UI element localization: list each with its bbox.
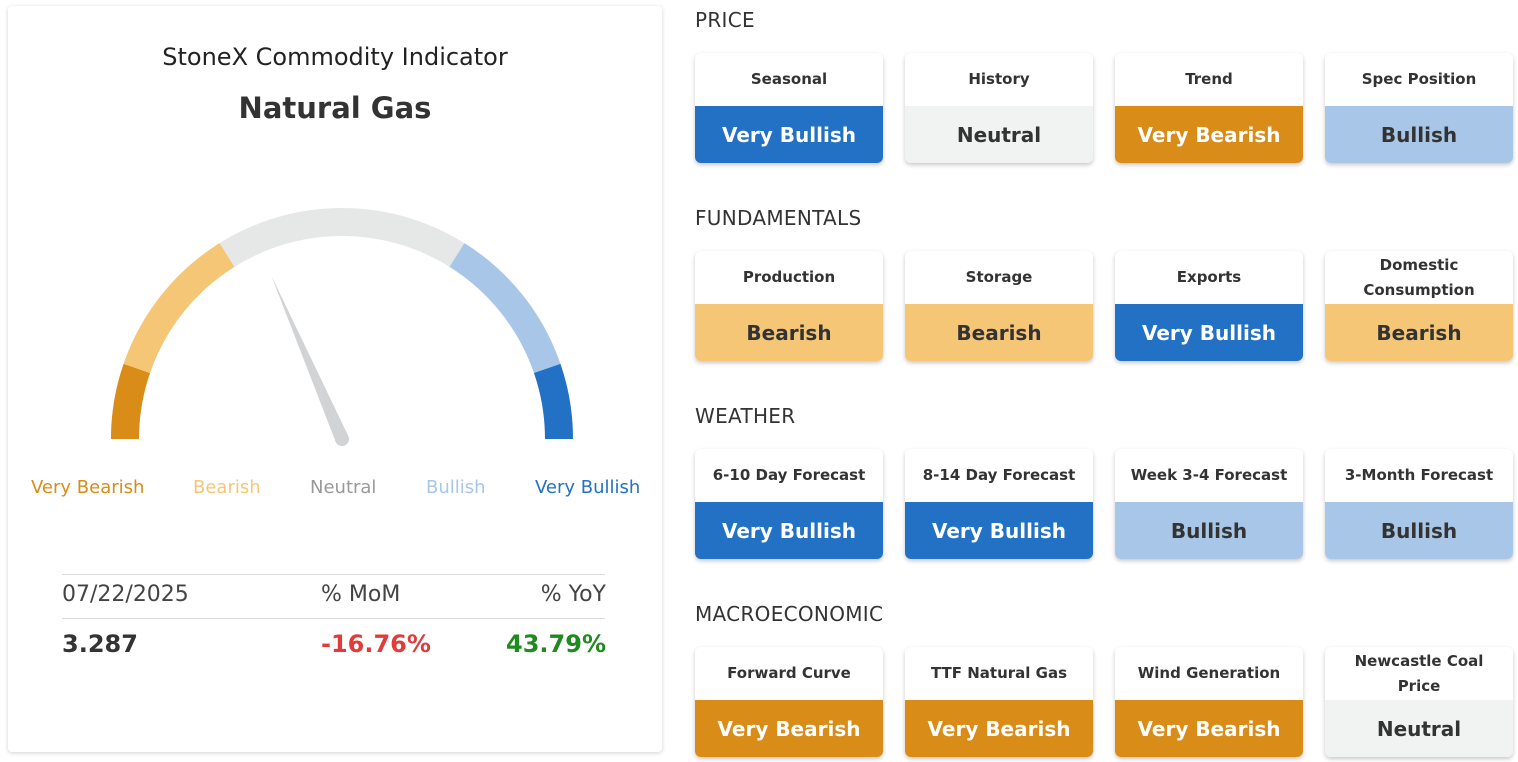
tile-label: Newcastle Coal Price xyxy=(1354,651,1484,695)
tile-spec-position[interactable]: Spec Position Bullish xyxy=(1325,53,1513,163)
tile-8-14-day-forecast[interactable]: 8-14 Day Forecast Very Bullish xyxy=(905,449,1093,559)
section-title-weather: WEATHER xyxy=(695,404,796,428)
tile-label: Domestic Consumption xyxy=(1363,255,1475,299)
tile-label: Exports xyxy=(1176,268,1242,286)
tile-label: Production xyxy=(742,268,836,286)
scale-label-bullish: Bullish xyxy=(426,477,486,498)
tile-rating: Bearish xyxy=(1325,304,1513,361)
tile-label: 6-10 Day Forecast xyxy=(712,466,866,484)
tile-rating: Very Bearish xyxy=(695,700,883,757)
tile-label: Seasonal xyxy=(750,70,828,88)
tile-label: 3-Month Forecast xyxy=(1344,466,1494,484)
stats-price: 3.287 xyxy=(62,630,138,658)
tile-storage[interactable]: Storage Bearish xyxy=(905,251,1093,361)
tile-label: History xyxy=(968,70,1030,88)
tile-label: Forward Curve xyxy=(727,664,851,682)
gauge-segment-bullish xyxy=(449,243,561,374)
indicator-card: StoneX Commodity Indicator Natural Gas V… xyxy=(8,6,662,752)
gauge-needle-hub xyxy=(335,432,349,446)
tile-label: Trend xyxy=(1185,70,1233,88)
stats-date: 07/22/2025 xyxy=(62,582,189,607)
tile-rating: Neutral xyxy=(905,106,1093,163)
tile-label: 8-14 Day Forecast xyxy=(922,466,1076,484)
tile-history[interactable]: History Neutral xyxy=(905,53,1093,163)
tile-label: Wind Generation xyxy=(1137,664,1281,682)
tile-rating: Bearish xyxy=(695,304,883,361)
tile-exports[interactable]: Exports Very Bullish xyxy=(1115,251,1303,361)
tile-ttf-natural-gas[interactable]: TTF Natural Gas Very Bearish xyxy=(905,647,1093,757)
tile-newcastle-coal-price[interactable]: Newcastle Coal Price Neutral xyxy=(1325,647,1513,757)
tile-label: Storage xyxy=(965,268,1033,286)
tile-rating: Very Bullish xyxy=(1115,304,1303,361)
tile-rating: Bullish xyxy=(1325,502,1513,559)
tile-trend[interactable]: Trend Very Bearish xyxy=(1115,53,1303,163)
tile-rating: Bullish xyxy=(1115,502,1303,559)
stats-mom-value: -16.76% xyxy=(321,630,431,658)
section-title-fundamentals: FUNDAMENTALS xyxy=(695,206,862,230)
stats-yoy-header: % YoY xyxy=(540,582,606,607)
tile-rating: Bullish xyxy=(1325,106,1513,163)
tile-production[interactable]: Production Bearish xyxy=(695,251,883,361)
section-title-price: PRICE xyxy=(695,8,755,32)
indicator-title: StoneX Commodity Indicator xyxy=(162,43,508,71)
tile-forward-curve[interactable]: Forward Curve Very Bearish xyxy=(695,647,883,757)
scale-label-bearish: Bearish xyxy=(193,477,261,498)
tile-week-3-4-forecast[interactable]: Week 3-4 Forecast Bullish xyxy=(1115,449,1303,559)
tile-rating: Very Bullish xyxy=(905,502,1093,559)
section-title-macroeconomic: MACROECONOMIC xyxy=(695,602,884,626)
tile-domestic-consumption[interactable]: Domestic Consumption Bearish xyxy=(1325,251,1513,361)
stats-mom-header: % MoM xyxy=(321,582,401,607)
stats-top-divider xyxy=(62,574,605,575)
tile-3-month-forecast[interactable]: 3-Month Forecast Bullish xyxy=(1325,449,1513,559)
gauge-track xyxy=(111,208,573,440)
tile-rating: Neutral xyxy=(1325,700,1513,757)
tile-wind-generation[interactable]: Wind Generation Very Bearish xyxy=(1115,647,1303,757)
sentiment-gauge xyxy=(111,208,573,446)
tile-6-10-day-forecast[interactable]: 6-10 Day Forecast Very Bullish xyxy=(695,449,883,559)
tile-rating: Very Bearish xyxy=(905,700,1093,757)
gauge-segment-very-bullish xyxy=(533,363,573,440)
scale-label-very-bearish: Very Bearish xyxy=(31,477,145,498)
tile-label: TTF Natural Gas xyxy=(930,664,1068,682)
scale-label-neutral: Neutral xyxy=(310,477,377,498)
commodity-name: Natural Gas xyxy=(238,91,432,125)
stats-mid-divider xyxy=(62,618,605,619)
tile-seasonal[interactable]: Seasonal Very Bullish xyxy=(695,53,883,163)
tile-rating: Very Bearish xyxy=(1115,700,1303,757)
tile-label: Spec Position xyxy=(1361,70,1477,88)
tile-rating: Bearish xyxy=(905,304,1093,361)
gauge-segment-bearish xyxy=(123,243,235,374)
tile-rating: Very Bullish xyxy=(695,106,883,163)
tile-rating: Very Bullish xyxy=(695,502,883,559)
gauge-segment-very-bearish xyxy=(111,363,151,440)
scale-label-very-bullish: Very Bullish xyxy=(535,477,641,498)
tile-label: Week 3-4 Forecast xyxy=(1130,466,1288,484)
stats-yoy-value: 43.79% xyxy=(506,630,606,658)
gauge-needle xyxy=(271,275,349,442)
tile-rating: Very Bearish xyxy=(1115,106,1303,163)
